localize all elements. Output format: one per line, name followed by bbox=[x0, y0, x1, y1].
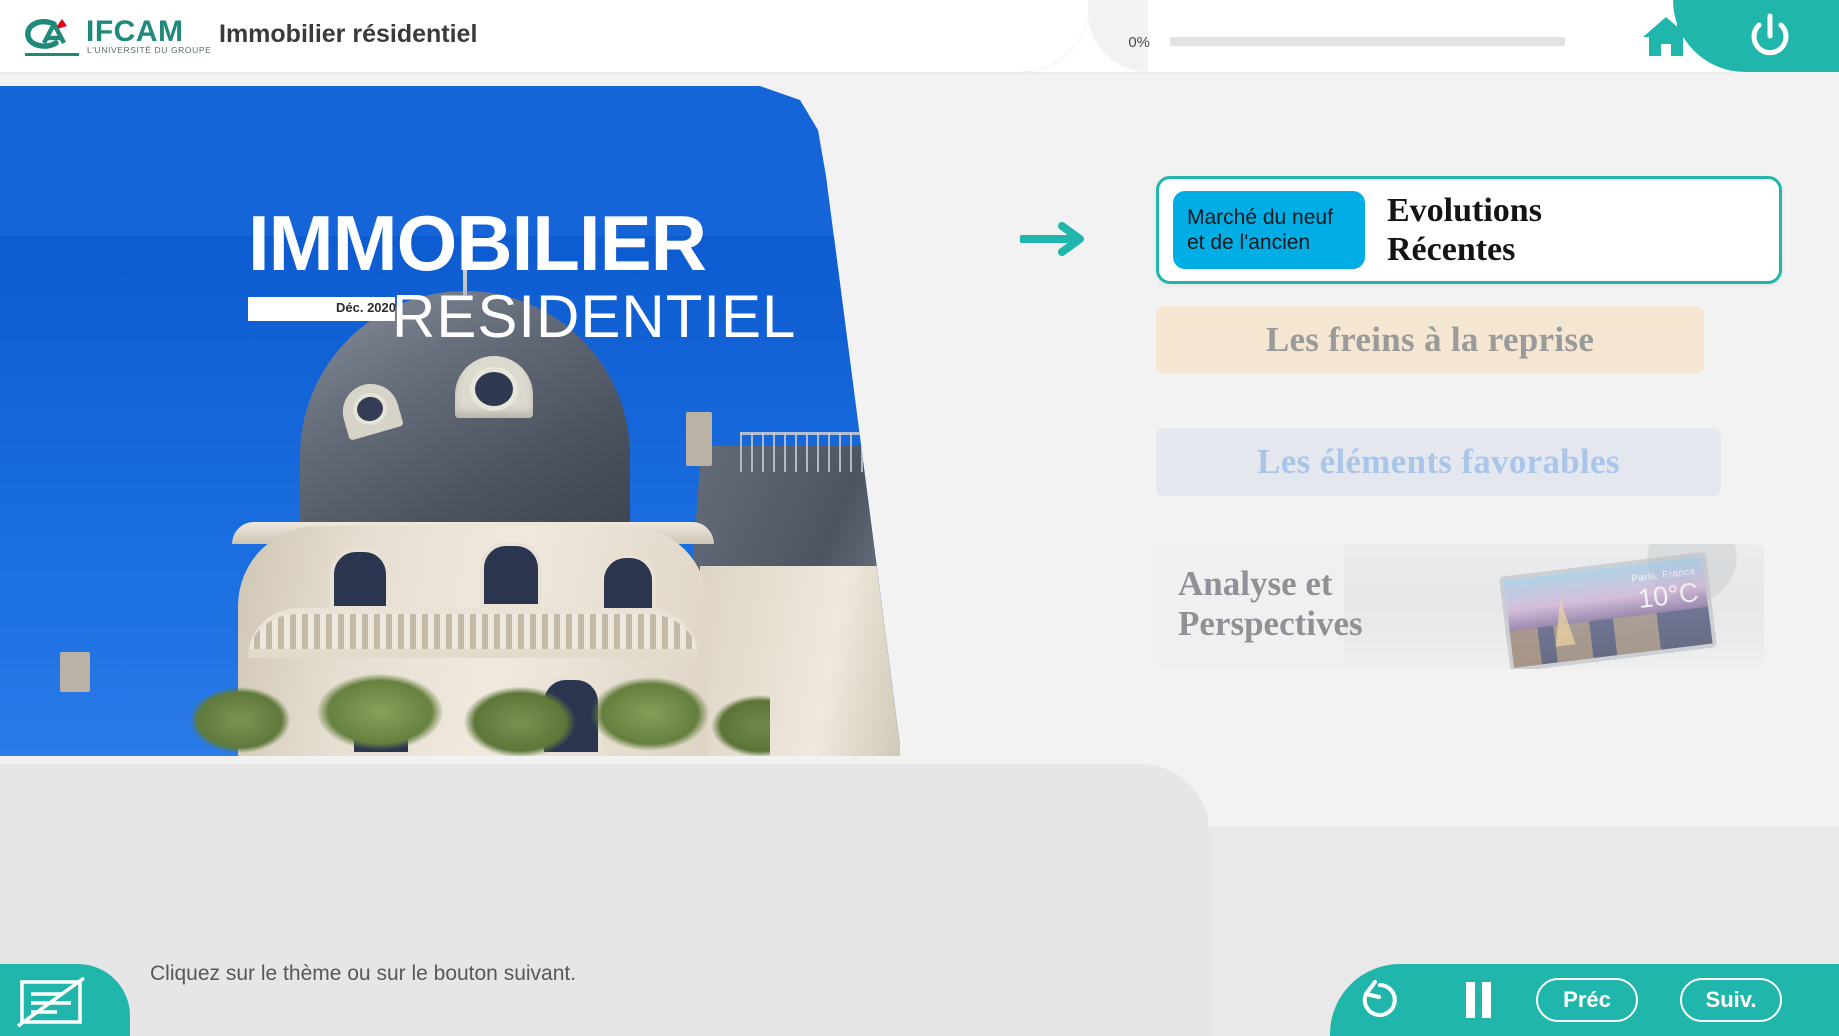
chimney bbox=[686, 412, 712, 466]
header-bar: IFCAM L'UNIVERSITÉ DU GROUPE Immobilier … bbox=[0, 0, 1839, 80]
progress-percent-label: 0% bbox=[1128, 34, 1150, 51]
cover-image: IMMOBILIER Déc. 2020 RESIDENTIEL bbox=[0, 86, 900, 756]
window bbox=[330, 548, 390, 610]
closed-captions-off-icon bbox=[16, 976, 86, 1028]
logo-tagline: L'UNIVERSITÉ DU GROUPE bbox=[87, 45, 212, 55]
logo-text: IFCAM bbox=[86, 15, 184, 48]
menu-item-title: Evolutions Récentes bbox=[1387, 191, 1542, 269]
home-button[interactable] bbox=[1636, 6, 1696, 66]
balcony-railing bbox=[248, 608, 698, 658]
next-button[interactable]: Suiv. bbox=[1680, 978, 1782, 1022]
progress-track[interactable] bbox=[1170, 37, 1565, 46]
playback-controls: Préc Suiv. bbox=[1330, 964, 1839, 1036]
eiffel-tower-shape bbox=[1550, 598, 1576, 647]
weather-widget: Paris, France 10°C bbox=[1631, 566, 1700, 614]
home-icon bbox=[1643, 17, 1689, 56]
credit-agricole-ca-logo-icon bbox=[25, 19, 67, 49]
course-title: Immobilier résidentiel bbox=[219, 20, 478, 48]
chimney bbox=[60, 652, 90, 692]
footer-panel bbox=[0, 764, 1268, 1036]
roof-railing bbox=[740, 432, 900, 472]
elearning-player: IFCAM L'UNIVERSITÉ DU GROUPE Immobilier … bbox=[0, 0, 1839, 1036]
badge-line-2: et de l'ancien bbox=[1187, 231, 1311, 254]
replay-button[interactable] bbox=[1330, 964, 1430, 1036]
menu-item-title-line-2: Récentes bbox=[1387, 231, 1516, 268]
pause-button[interactable] bbox=[1430, 964, 1526, 1036]
ifcam-logo: IFCAM L'UNIVERSITÉ DU GROUPE bbox=[24, 13, 211, 59]
trees bbox=[150, 656, 770, 756]
menu-item-evolutions-recentes[interactable]: Marché du neuf et de l'ancien Evolutions… bbox=[1156, 176, 1782, 284]
cover-title: IMMOBILIER bbox=[248, 199, 707, 287]
cover-date: Déc. 2020 bbox=[336, 300, 396, 315]
menu-item-label-line-2: Perspectives bbox=[1178, 604, 1363, 644]
menu-item-label: Analyse et Perspectives bbox=[1178, 564, 1363, 645]
power-icon bbox=[1751, 13, 1789, 56]
menu-item-label-line-1: Analyse et bbox=[1178, 564, 1333, 603]
cover-subtitle: RESIDENTIEL bbox=[392, 283, 797, 350]
menu-item-label: Les éléments favorables bbox=[1257, 442, 1620, 481]
arrow-right-icon bbox=[1020, 222, 1084, 256]
menu-item-analyse-et-perspectives[interactable]: Paris, France 10°C Analyse et Perspectiv… bbox=[1156, 544, 1764, 669]
menu-item-freins-a-la-reprise[interactable]: Les freins à la reprise bbox=[1156, 306, 1704, 374]
instruction-text: Cliquez sur le thème ou sur le bouton su… bbox=[150, 962, 577, 985]
menu-item-title-line-1: Evolutions bbox=[1387, 191, 1542, 229]
menu-item-badge: Marché du neuf et de l'ancien bbox=[1173, 191, 1365, 269]
badge-line-1: Marché du neuf bbox=[1187, 205, 1333, 229]
window bbox=[600, 554, 656, 612]
power-button[interactable] bbox=[1740, 6, 1800, 66]
previous-button[interactable]: Préc bbox=[1536, 978, 1638, 1022]
menu-item-label: Les freins à la reprise bbox=[1265, 320, 1595, 359]
progress-indicator: 0% bbox=[1110, 32, 1565, 52]
logo-underline bbox=[25, 53, 79, 56]
menu-item-elements-favorables[interactable]: Les éléments favorables bbox=[1156, 428, 1721, 496]
closed-captions-button[interactable] bbox=[0, 964, 130, 1036]
window bbox=[480, 542, 542, 608]
pause-icon bbox=[1466, 982, 1491, 1018]
replay-icon bbox=[1362, 980, 1397, 1017]
